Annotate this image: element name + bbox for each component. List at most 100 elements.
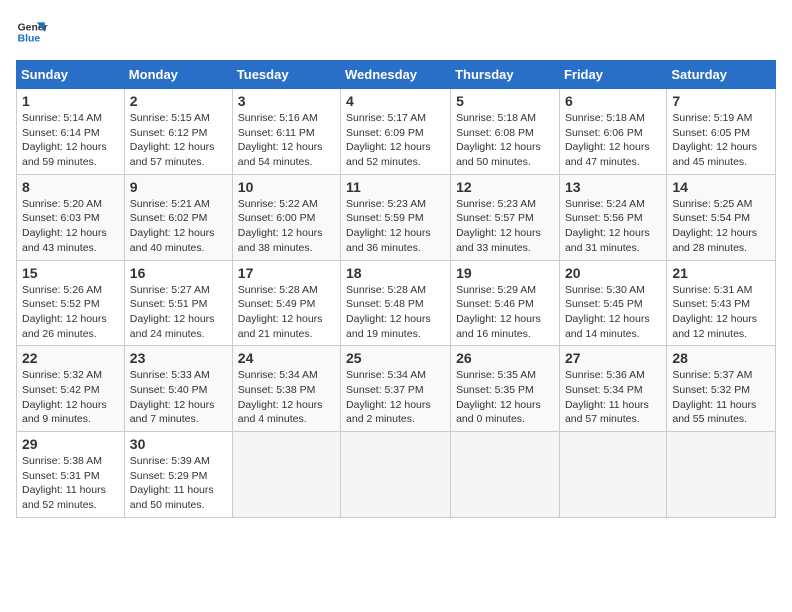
header-tuesday: Tuesday bbox=[232, 61, 340, 89]
day-number: 4 bbox=[346, 93, 445, 109]
logo: General Blue bbox=[16, 16, 48, 48]
calendar-cell bbox=[451, 432, 560, 518]
calendar-cell: 24Sunrise: 5:34 AMSunset: 5:38 PMDayligh… bbox=[232, 346, 340, 432]
day-info: Sunrise: 5:22 AMSunset: 6:00 PMDaylight:… bbox=[238, 197, 335, 256]
calendar-cell: 17 Sunrise: 5:28 AMSunset: 5:49 PMDayligh… bbox=[232, 260, 340, 346]
day-info: Sunrise: 5:36 AMSunset: 5:34 PMDaylight:… bbox=[565, 368, 661, 427]
day-number: 17 bbox=[238, 265, 335, 281]
calendar-cell: 23 Sunrise: 5:33 AMSunset: 5:40 PMDayligh… bbox=[124, 346, 232, 432]
calendar-cell: 15 Sunrise: 5:26 AMSunset: 5:52 PMDayligh… bbox=[17, 260, 125, 346]
day-number: 15 bbox=[22, 265, 119, 281]
day-number: 8 bbox=[22, 179, 119, 195]
day-number: 21 bbox=[672, 265, 770, 281]
day-info: Sunrise: 5:34 AMSunset: 5:37 PMDaylight:… bbox=[346, 368, 445, 427]
calendar-cell: 22 Sunrise: 5:32 AMSunset: 5:42 PMDayligh… bbox=[17, 346, 125, 432]
day-info: Sunrise: 5:30 AMSunset: 5:45 PMDaylight:… bbox=[565, 283, 661, 342]
day-info: Sunrise: 5:31 AMSunset: 5:43 PMDaylight:… bbox=[672, 283, 770, 342]
day-info: Sunrise: 5:34 AMSunset: 5:38 PMDaylight:… bbox=[238, 368, 335, 427]
day-info: Sunrise: 5:28 AMSunset: 5:49 PMDaylight:… bbox=[238, 283, 335, 342]
day-info: Sunrise: 5:19 AMSunset: 6:05 PMDaylight:… bbox=[672, 111, 770, 170]
day-number: 13 bbox=[565, 179, 661, 195]
day-number: 28 bbox=[672, 350, 770, 366]
day-info: Sunrise: 5:29 AMSunset: 5:46 PMDaylight:… bbox=[456, 283, 554, 342]
calendar-cell bbox=[341, 432, 451, 518]
calendar-table: SundayMondayTuesdayWednesdayThursdayFrid… bbox=[16, 60, 776, 518]
calendar-cell: 21 Sunrise: 5:31 AMSunset: 5:43 PMDayligh… bbox=[667, 260, 776, 346]
calendar-cell: 18 Sunrise: 5:28 AMSunset: 5:48 PMDayligh… bbox=[341, 260, 451, 346]
day-info: Sunrise: 5:21 AMSunset: 6:02 PMDaylight:… bbox=[130, 197, 227, 256]
calendar-cell: 10 Sunrise: 5:22 AMSunset: 6:00 PMDayligh… bbox=[232, 174, 340, 260]
day-info: Sunrise: 5:38 AMSunset: 5:31 PMDaylight:… bbox=[22, 454, 119, 513]
day-number: 5 bbox=[456, 93, 554, 109]
day-number: 22 bbox=[22, 350, 119, 366]
calendar-cell: 11 Sunrise: 5:23 AMSunset: 5:59 PMDayligh… bbox=[341, 174, 451, 260]
calendar-cell: 4 Sunrise: 5:17 AMSunset: 6:09 PMDaylight… bbox=[341, 89, 451, 175]
calendar-cell: 19 Sunrise: 5:29 AMSunset: 5:46 PMDayligh… bbox=[451, 260, 560, 346]
calendar-cell bbox=[559, 432, 666, 518]
day-info: Sunrise: 5:14 AMSunset: 6:14 PMDaylight:… bbox=[22, 111, 119, 170]
day-info: Sunrise: 5:15 AMSunset: 6:12 PMDaylight:… bbox=[130, 111, 227, 170]
header-sunday: Sunday bbox=[17, 61, 125, 89]
day-info: Sunrise: 5:28 AMSunset: 5:48 PMDaylight:… bbox=[346, 283, 445, 342]
header-thursday: Thursday bbox=[451, 61, 560, 89]
day-number: 10 bbox=[238, 179, 335, 195]
day-info: Sunrise: 5:35 AMSunset: 5:35 PMDaylight:… bbox=[456, 368, 554, 427]
day-info: Sunrise: 5:27 AMSunset: 5:51 PMDaylight:… bbox=[130, 283, 227, 342]
svg-text:Blue: Blue bbox=[18, 34, 41, 45]
calendar-week-row: 29 Sunrise: 5:38 AMSunset: 5:31 PMDayligh… bbox=[17, 432, 776, 518]
header-wednesday: Wednesday bbox=[341, 61, 451, 89]
header-friday: Friday bbox=[559, 61, 666, 89]
calendar-cell: 12 Sunrise: 5:23 AMSunset: 5:57 PMDayligh… bbox=[451, 174, 560, 260]
day-info: Sunrise: 5:23 AMSunset: 5:59 PMDaylight:… bbox=[346, 197, 445, 256]
page-header: General Blue bbox=[16, 16, 776, 48]
header-saturday: Saturday bbox=[667, 61, 776, 89]
calendar-week-row: 15 Sunrise: 5:26 AMSunset: 5:52 PMDayligh… bbox=[17, 260, 776, 346]
day-info: Sunrise: 5:16 AMSunset: 6:11 PMDaylight:… bbox=[238, 111, 335, 170]
calendar-week-row: 1 Sunrise: 5:14 AMSunset: 6:14 PMDaylight… bbox=[17, 89, 776, 175]
calendar-cell: 7 Sunrise: 5:19 AMSunset: 6:05 PMDaylight… bbox=[667, 89, 776, 175]
day-info: Sunrise: 5:33 AMSunset: 5:40 PMDaylight:… bbox=[130, 368, 227, 427]
day-number: 25 bbox=[346, 350, 445, 366]
day-number: 27 bbox=[565, 350, 661, 366]
day-number: 14 bbox=[672, 179, 770, 195]
day-number: 11 bbox=[346, 179, 445, 195]
day-number: 12 bbox=[456, 179, 554, 195]
day-number: 3 bbox=[238, 93, 335, 109]
day-info: Sunrise: 5:17 AMSunset: 6:09 PMDaylight:… bbox=[346, 111, 445, 170]
day-number: 16 bbox=[130, 265, 227, 281]
calendar-cell: 13Sunrise: 5:24 AMSunset: 5:56 PMDayligh… bbox=[559, 174, 666, 260]
day-info: Sunrise: 5:23 AMSunset: 5:57 PMDaylight:… bbox=[456, 197, 554, 256]
day-info: Sunrise: 5:32 AMSunset: 5:42 PMDaylight:… bbox=[22, 368, 119, 427]
day-number: 9 bbox=[130, 179, 227, 195]
calendar-cell bbox=[232, 432, 340, 518]
day-number: 19 bbox=[456, 265, 554, 281]
day-number: 26 bbox=[456, 350, 554, 366]
day-number: 1 bbox=[22, 93, 119, 109]
day-number: 29 bbox=[22, 436, 119, 452]
day-info: Sunrise: 5:20 AMSunset: 6:03 PMDaylight:… bbox=[22, 197, 119, 256]
calendar-cell: 29 Sunrise: 5:38 AMSunset: 5:31 PMDayligh… bbox=[17, 432, 125, 518]
calendar-cell bbox=[667, 432, 776, 518]
day-info: Sunrise: 5:26 AMSunset: 5:52 PMDaylight:… bbox=[22, 283, 119, 342]
calendar-cell: 2 Sunrise: 5:15 AMSunset: 6:12 PMDaylight… bbox=[124, 89, 232, 175]
header-monday: Monday bbox=[124, 61, 232, 89]
logo-icon: General Blue bbox=[16, 16, 48, 48]
day-number: 7 bbox=[672, 93, 770, 109]
calendar-cell: 8 Sunrise: 5:20 AMSunset: 6:03 PMDaylight… bbox=[17, 174, 125, 260]
calendar-cell: 26 Sunrise: 5:35 AMSunset: 5:35 PMDayligh… bbox=[451, 346, 560, 432]
calendar-week-row: 22 Sunrise: 5:32 AMSunset: 5:42 PMDayligh… bbox=[17, 346, 776, 432]
calendar-cell: 30Sunrise: 5:39 AMSunset: 5:29 PMDayligh… bbox=[124, 432, 232, 518]
calendar-cell: 25 Sunrise: 5:34 AMSunset: 5:37 PMDayligh… bbox=[341, 346, 451, 432]
day-number: 23 bbox=[130, 350, 227, 366]
day-info: Sunrise: 5:25 AMSunset: 5:54 PMDaylight:… bbox=[672, 197, 770, 256]
calendar-cell: 28 Sunrise: 5:37 AMSunset: 5:32 PMDayligh… bbox=[667, 346, 776, 432]
day-number: 2 bbox=[130, 93, 227, 109]
day-number: 18 bbox=[346, 265, 445, 281]
calendar-body: 1 Sunrise: 5:14 AMSunset: 6:14 PMDaylight… bbox=[17, 89, 776, 518]
calendar-cell: 1 Sunrise: 5:14 AMSunset: 6:14 PMDaylight… bbox=[17, 89, 125, 175]
day-info: Sunrise: 5:37 AMSunset: 5:32 PMDaylight:… bbox=[672, 368, 770, 427]
calendar-week-row: 8 Sunrise: 5:20 AMSunset: 6:03 PMDaylight… bbox=[17, 174, 776, 260]
calendar-cell: 27 Sunrise: 5:36 AMSunset: 5:34 PMDayligh… bbox=[559, 346, 666, 432]
calendar-header-row: SundayMondayTuesdayWednesdayThursdayFrid… bbox=[17, 61, 776, 89]
calendar-cell: 6Sunrise: 5:18 AMSunset: 6:06 PMDaylight… bbox=[559, 89, 666, 175]
